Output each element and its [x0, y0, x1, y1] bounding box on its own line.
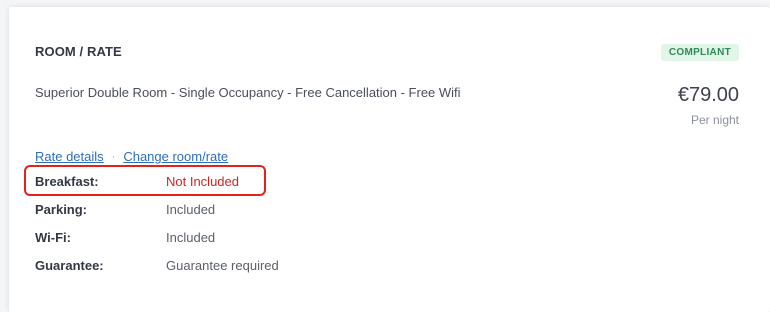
price-unit: Per night [690, 113, 739, 127]
amenity-row-wifi: Wi-Fi: Included [35, 227, 215, 247]
amenity-value: Guarantee required [166, 257, 279, 273]
amenity-row-guarantee: Guarantee: Guarantee required [35, 255, 279, 275]
amenity-label: Breakfast: [35, 173, 99, 189]
amenity-row-parking: Parking: Included [35, 199, 215, 219]
compliance-status-badge: COMPLIANT [660, 44, 739, 61]
amenity-label: Wi-Fi: [35, 229, 71, 245]
amenity-label: Parking: [35, 201, 88, 217]
amenity-value: Included [166, 201, 216, 217]
change-room-rate-link[interactable]: Change room/rate [123, 149, 228, 164]
room-price: €79.00 [677, 84, 739, 106]
amenity-value: Not Included [166, 173, 239, 189]
room-rate-card: ROOM / RATE COMPLIANT Superior Double Ro… [9, 7, 770, 312]
rate-links: Rate details · Change room/rate [35, 149, 228, 164]
amenity-row-breakfast: Breakfast: Not Included [35, 171, 239, 191]
room-description: Superior Double Room - Single Occupancy … [35, 85, 461, 100]
amenity-value: Included [166, 229, 216, 245]
section-title: ROOM / RATE [35, 44, 122, 59]
amenity-label: Guarantee: [35, 257, 104, 273]
link-separator: · [111, 150, 116, 163]
rate-details-link[interactable]: Rate details [35, 149, 104, 164]
